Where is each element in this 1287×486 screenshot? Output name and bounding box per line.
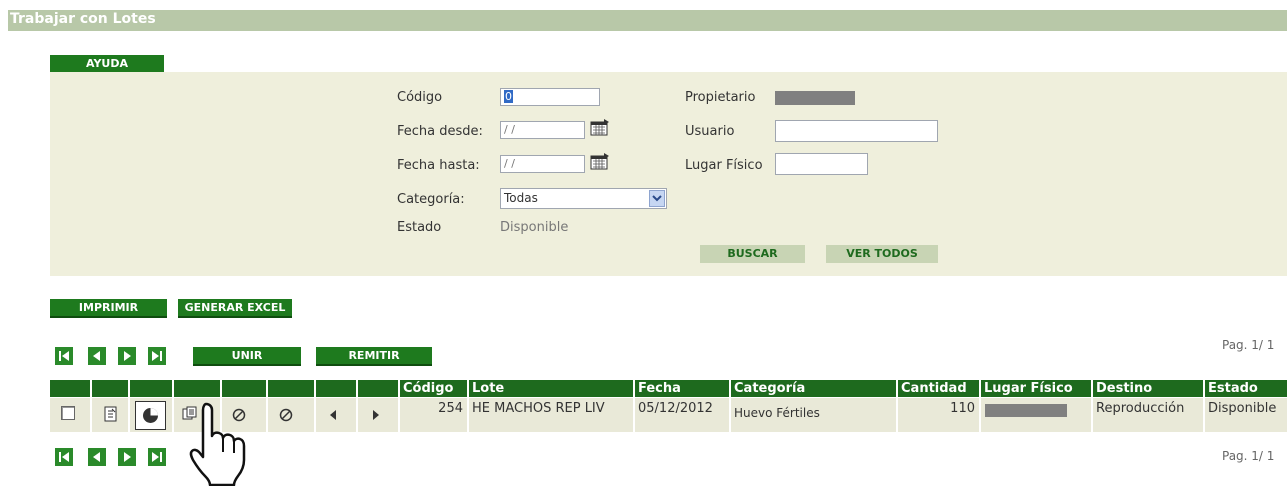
document-edit-icon[interactable]: [104, 406, 118, 422]
print-button[interactable]: IMPRIMIR: [50, 299, 167, 318]
next-page-icon[interactable]: [118, 448, 136, 466]
column-header-destino[interactable]: Destino: [1093, 380, 1203, 397]
propietario-label: Propietario: [685, 90, 756, 105]
cell-fecha: 05/12/2012: [635, 398, 729, 432]
cell-lote: HE MACHOS REP LIV: [469, 398, 633, 432]
first-page-icon[interactable]: [55, 448, 73, 466]
codigo-value: 0: [504, 90, 513, 103]
action-column-header: [174, 380, 220, 397]
lugar-fisico-label: Lugar Físico: [685, 158, 763, 173]
calendar-icon[interactable]: [590, 152, 610, 170]
table-cell: [50, 398, 90, 432]
last-page-icon[interactable]: [148, 347, 166, 365]
codigo-input[interactable]: 0: [500, 88, 600, 106]
usuario-input[interactable]: [775, 120, 938, 142]
redacted-propietario: [775, 91, 855, 105]
prev-page-icon[interactable]: [88, 347, 106, 365]
column-header-lugar-fisico[interactable]: Lugar Físico: [981, 380, 1091, 397]
title-bar: Trabajar con Lotes: [8, 10, 1287, 31]
last-page-icon[interactable]: [148, 448, 166, 466]
action-column-header: [130, 380, 172, 397]
usuario-label: Usuario: [685, 124, 735, 139]
pie-chart-icon: [143, 408, 158, 423]
action-column-header: [268, 380, 314, 397]
estado-label: Estado: [397, 220, 442, 235]
column-header-lote[interactable]: Lote: [469, 380, 633, 397]
send-button[interactable]: REMITIR: [316, 347, 432, 366]
pagination-text: Pag. 1/ 1: [1222, 449, 1275, 463]
table-cell: [358, 398, 398, 432]
cell-lugar-fisico: [981, 398, 1091, 432]
table-cell: [130, 398, 172, 432]
cell-categoria: Huevo Fértiles: [731, 398, 896, 432]
action-column-header: [358, 380, 398, 397]
column-header-categoria[interactable]: Categoría: [731, 380, 896, 397]
view-all-button[interactable]: VER TODOS: [826, 245, 938, 263]
chevron-down-icon[interactable]: [649, 190, 665, 207]
excel-button[interactable]: GENERAR EXCEL: [178, 299, 292, 318]
categoria-select[interactable]: Todas: [500, 188, 667, 209]
column-header-estado[interactable]: Estado: [1205, 380, 1287, 397]
action-column-header: [92, 380, 128, 397]
pagination-text: Pag. 1/ 1: [1222, 338, 1275, 352]
column-header-fecha[interactable]: Fecha: [635, 380, 729, 397]
merge-button[interactable]: UNIR: [193, 347, 301, 366]
hand-cursor-icon: [189, 402, 246, 486]
first-page-icon[interactable]: [55, 347, 73, 365]
cell-estado: Disponible: [1205, 398, 1287, 432]
move-left-icon[interactable]: [327, 409, 339, 421]
codigo-label: Código: [397, 90, 443, 105]
table-cell: [316, 398, 356, 432]
pie-chart-button[interactable]: [135, 401, 166, 430]
table-cell: [92, 398, 128, 432]
fecha-desde-input[interactable]: / /: [500, 121, 585, 139]
move-right-icon[interactable]: [370, 409, 382, 421]
fecha-hasta-label: Fecha hasta:: [397, 158, 480, 173]
action-column-header: [50, 380, 90, 397]
cell-codigo: 254: [400, 398, 467, 432]
categoria-value: Todas: [504, 191, 538, 205]
filter-panel: [50, 72, 1287, 276]
page-title: Trabajar con Lotes: [10, 11, 156, 27]
prev-page-icon[interactable]: [88, 448, 106, 466]
calendar-icon[interactable]: [590, 118, 610, 136]
redacted-lugar-fisico: [985, 404, 1067, 417]
action-column-header: [222, 380, 266, 397]
lugar-fisico-input[interactable]: [775, 153, 868, 175]
cell-destino: Reproducción: [1093, 398, 1203, 432]
table-cell: [268, 398, 314, 432]
column-header-codigo[interactable]: Código: [400, 380, 467, 397]
action-column-header: [316, 380, 356, 397]
fecha-hasta-input[interactable]: / /: [500, 155, 585, 173]
fecha-desde-label: Fecha desde:: [397, 124, 483, 139]
column-header-cantidad[interactable]: Cantidad: [898, 380, 979, 397]
cancel-icon[interactable]: [279, 408, 293, 422]
estado-value: Disponible: [500, 220, 569, 235]
checkbox-icon[interactable]: [61, 406, 76, 421]
categoria-label: Categoría:: [397, 192, 465, 207]
cell-cantidad: 110: [898, 398, 979, 432]
next-page-icon[interactable]: [118, 347, 136, 365]
search-button[interactable]: BUSCAR: [700, 245, 805, 263]
